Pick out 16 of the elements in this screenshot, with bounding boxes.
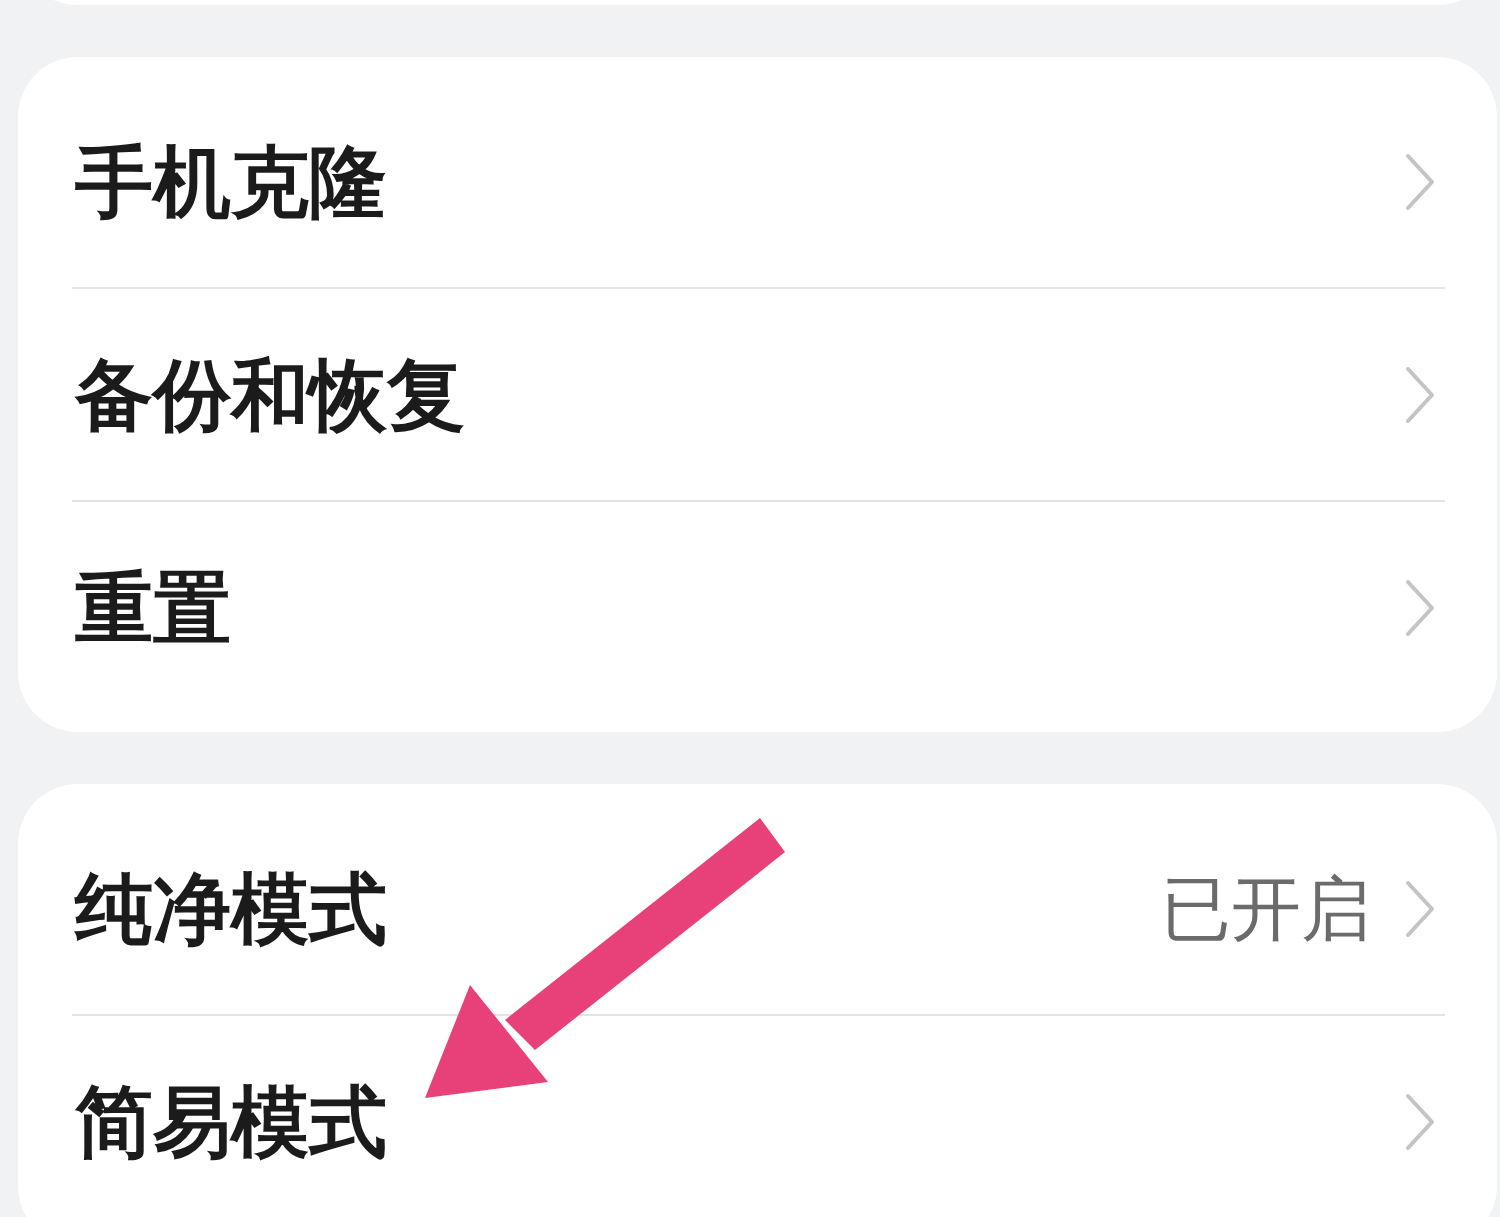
- chevron-right-icon: [1405, 578, 1435, 637]
- chevron-right-icon: [1405, 1092, 1435, 1151]
- chevron-right-icon: [1405, 879, 1435, 938]
- settings-item[interactable]: 手机克隆: [18, 76, 1497, 287]
- item-label: 简易模式: [75, 1082, 388, 1161]
- settings-item[interactable]: 纯净模式 已开启: [18, 803, 1497, 1014]
- settings-item[interactable]: 重置: [18, 502, 1497, 713]
- item-label: 备份和恢复: [75, 355, 466, 434]
- chevron-right-icon: [1405, 365, 1435, 424]
- item-label: 纯净模式: [75, 869, 388, 948]
- item-label: 重置: [75, 568, 232, 647]
- chevron-right-icon: [1405, 152, 1435, 211]
- settings-item[interactable]: 备份和恢复: [18, 289, 1497, 500]
- item-label: 手机克隆: [75, 142, 388, 221]
- item-value: 已开启: [1161, 873, 1371, 944]
- settings-item[interactable]: 简易模式: [18, 1016, 1497, 1217]
